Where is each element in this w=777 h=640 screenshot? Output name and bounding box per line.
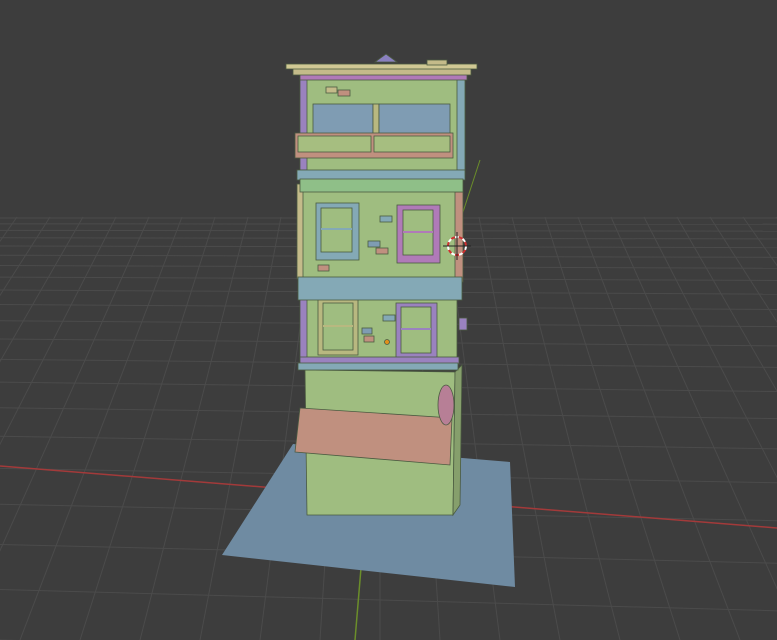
viewport-canvas[interactable] bbox=[0, 0, 777, 640]
middle-blue-ledge bbox=[297, 276, 463, 301]
round-sign bbox=[437, 384, 455, 426]
grid-line bbox=[0, 216, 84, 363]
lower-left-strip bbox=[299, 294, 308, 361]
grid-line bbox=[0, 216, 117, 446]
lower-blue-ledge bbox=[297, 362, 459, 371]
grid-line bbox=[139, 216, 249, 640]
roof-vent bbox=[373, 53, 399, 63]
grid-line bbox=[199, 216, 282, 640]
3d-viewport[interactable] bbox=[0, 0, 777, 640]
y-axis-line bbox=[354, 567, 362, 640]
top-window-right bbox=[378, 103, 451, 135]
grid-line bbox=[0, 589, 777, 612]
grid-line bbox=[19, 216, 183, 640]
building[interactable] bbox=[285, 53, 478, 517]
grid-line bbox=[511, 216, 621, 640]
top-window-left bbox=[312, 103, 374, 135]
grid-line bbox=[0, 216, 150, 552]
grid-line bbox=[79, 216, 216, 640]
